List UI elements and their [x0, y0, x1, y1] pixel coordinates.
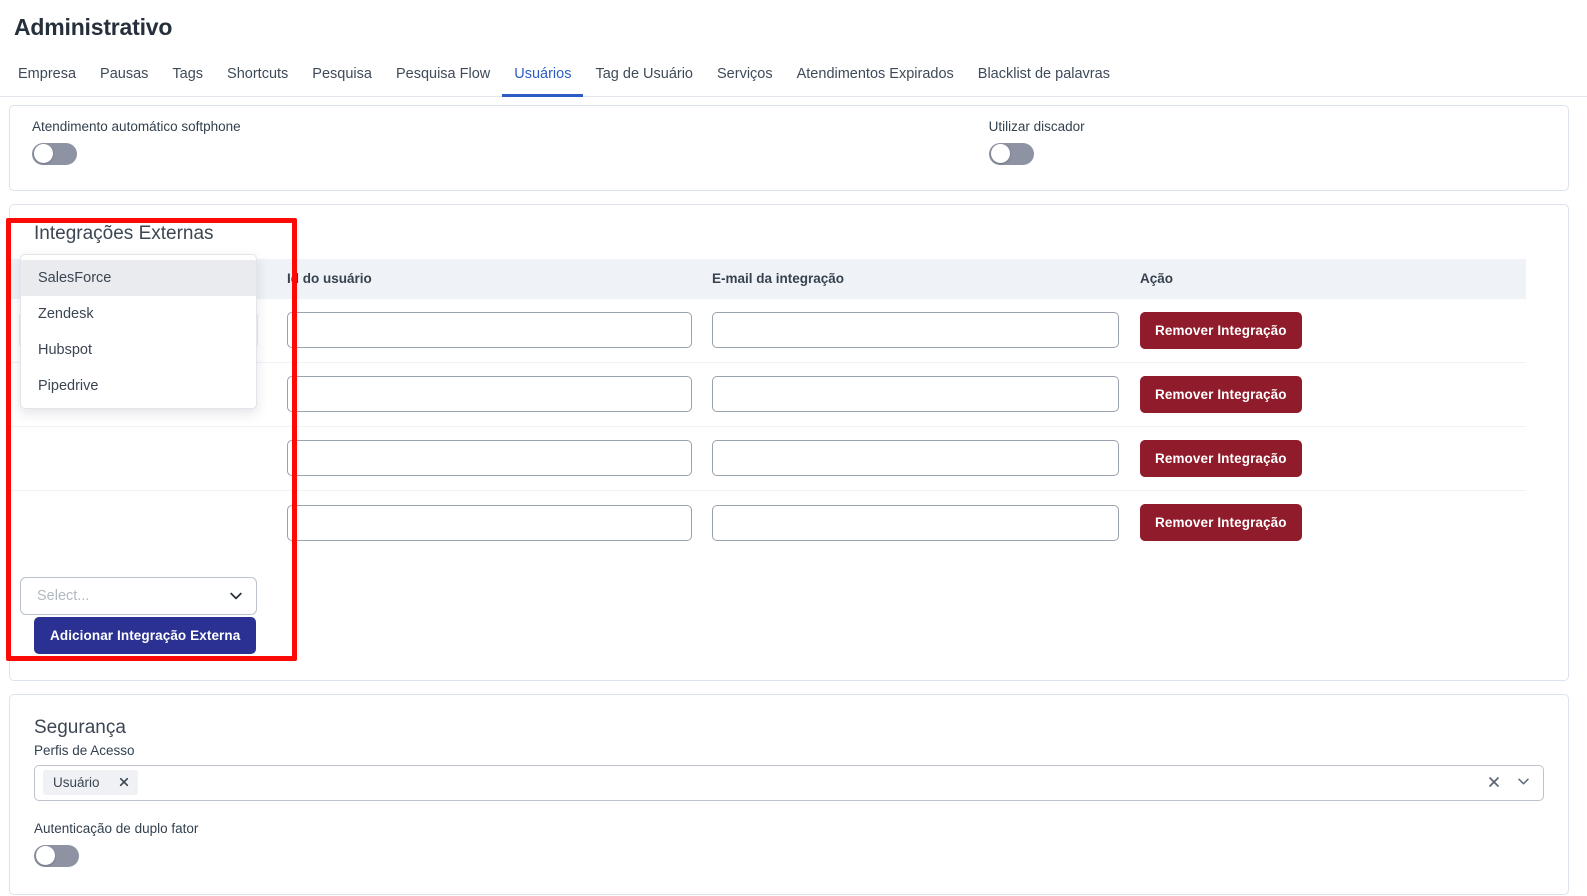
- tab-blacklist-de-palavras[interactable]: Blacklist de palavras: [966, 61, 1122, 97]
- table-row: Remover Integração: [10, 427, 1526, 491]
- id-usuario-input-0[interactable]: [287, 312, 692, 349]
- softphone-toggle-label: Atendimento automático softphone: [32, 118, 241, 134]
- column-header-acao: Ação: [1140, 271, 1174, 287]
- perfis-de-acesso-label: Perfis de Acesso: [34, 742, 135, 758]
- column-header-email: E-mail da integração: [712, 271, 845, 287]
- tab-bar: Empresa Pausas Tags Shortcuts Pesquisa P…: [0, 61, 1587, 97]
- security-card: Segurança Perfis de Acesso Usuário Auten…: [9, 693, 1569, 895]
- page-title: Administrativo: [14, 14, 173, 40]
- profile-chip-label: Usuário: [53, 775, 100, 791]
- tab-servicos[interactable]: Serviços: [705, 61, 785, 97]
- id-usuario-input-1[interactable]: [287, 376, 692, 413]
- dropdown-option-hubspot[interactable]: Hubspot: [21, 332, 256, 368]
- table-row: Remover Integração: [10, 491, 1526, 555]
- integration-type-select-new[interactable]: Select...: [20, 576, 257, 615]
- clear-selection-icon[interactable]: [1488, 775, 1500, 791]
- dropdown-option-zendesk[interactable]: Zendesk: [21, 296, 256, 332]
- softphone-toggle-group: Atendimento automático softphone: [10, 119, 241, 170]
- two-factor-toggle[interactable]: [34, 844, 79, 867]
- column-header-id-usuario: Id do usuário: [287, 271, 372, 287]
- id-usuario-input-3[interactable]: [287, 504, 692, 541]
- chevron-down-icon[interactable]: [228, 588, 244, 604]
- close-icon[interactable]: [112, 776, 136, 790]
- profile-chip-usuario: Usuário: [43, 770, 138, 796]
- security-section-title: Segurança: [34, 716, 126, 738]
- toggle-knob: [34, 144, 53, 164]
- remove-integration-button-1[interactable]: Remover Integração: [1140, 375, 1302, 413]
- discador-toggle-group: Utilizar discador: [967, 119, 1085, 170]
- discador-toggle-label: Utilizar discador: [988, 118, 1085, 134]
- softphone-settings-card: Atendimento automático softphone Utiliza…: [9, 104, 1569, 191]
- id-usuario-input-2[interactable]: [287, 440, 692, 477]
- two-factor-toggle-group: Autenticação de duplo fator: [10, 801, 1568, 872]
- perfis-de-acesso-multiselect[interactable]: Usuário: [34, 764, 1544, 801]
- softphone-toggle[interactable]: [32, 142, 77, 165]
- tab-pesquisa-flow[interactable]: Pesquisa Flow: [384, 61, 502, 97]
- email-integracao-input-3[interactable]: [712, 504, 1119, 541]
- tab-tag-de-usuario[interactable]: Tag de Usuário: [583, 61, 705, 97]
- chevron-down-icon[interactable]: [1516, 774, 1531, 792]
- remove-integration-button-3[interactable]: Remover Integração: [1140, 504, 1302, 542]
- toggle-knob: [990, 144, 1010, 164]
- integrations-section-title: Integrações Externas: [34, 222, 214, 244]
- add-integration-area: Select... Adicionar Integração Externa: [10, 555, 1568, 670]
- email-integracao-input-1[interactable]: [712, 376, 1119, 413]
- toggle-knob: [36, 846, 55, 866]
- two-factor-label: Autenticação de duplo fator: [34, 820, 199, 836]
- external-integrations-card: Integrações Externas Tipo Id do usuário …: [9, 203, 1569, 681]
- remove-integration-button-2[interactable]: Remover Integração: [1140, 439, 1302, 477]
- tab-atendimentos-expirados[interactable]: Atendimentos Expirados: [785, 61, 966, 97]
- add-external-integration-button[interactable]: Adicionar Integração Externa: [34, 616, 257, 654]
- email-integracao-input-2[interactable]: [712, 440, 1119, 477]
- integrations-table: Tipo Id do usuário E-mail da integração …: [10, 253, 1526, 555]
- integration-type-dropdown-menu[interactable]: SalesForce Zendesk Hubspot Pipedrive: [20, 253, 257, 409]
- tab-pesquisa[interactable]: Pesquisa: [300, 61, 384, 97]
- tab-empresa[interactable]: Empresa: [6, 61, 88, 97]
- discador-toggle[interactable]: [988, 142, 1034, 165]
- tab-usuarios[interactable]: Usuários: [502, 61, 584, 97]
- select-placeholder-text: Select...: [37, 587, 90, 604]
- table-row: Select... SalesForce Zendesk Hubspot Pip…: [10, 253, 1526, 409]
- email-integracao-input-0[interactable]: [712, 312, 1119, 349]
- tab-pausas[interactable]: Pausas: [88, 61, 160, 97]
- dropdown-option-pipedrive[interactable]: Pipedrive: [21, 368, 256, 404]
- tab-tags[interactable]: Tags: [160, 61, 215, 97]
- tab-shortcuts[interactable]: Shortcuts: [215, 61, 300, 97]
- dropdown-option-salesforce[interactable]: SalesForce: [21, 259, 256, 296]
- remove-integration-button-0[interactable]: Remover Integração: [1140, 311, 1302, 349]
- page-header: Administrativo Empresa Pausas Tags Short…: [0, 0, 1587, 97]
